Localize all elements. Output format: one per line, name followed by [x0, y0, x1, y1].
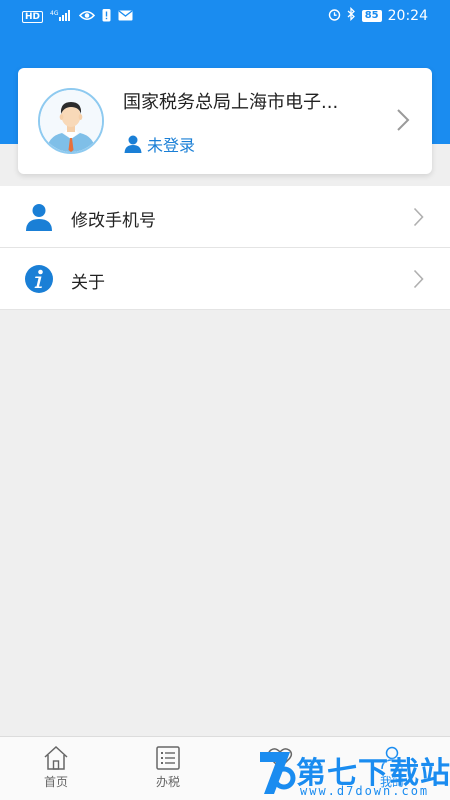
clock: 20:24 — [387, 8, 428, 24]
list-icon — [156, 746, 180, 770]
chevron-right-icon — [413, 207, 424, 227]
watermark: 第七下载站 www.d7down.com — [256, 748, 450, 800]
signal-icon: 4G — [50, 9, 72, 25]
bluetooth-icon — [347, 6, 356, 25]
user-icon — [26, 204, 52, 231]
nav-label: 办税 — [155, 775, 180, 789]
user-icon — [124, 135, 142, 153]
info-icon — [25, 265, 53, 293]
org-name: 国家税务总局上海市电子... — [123, 92, 339, 113]
menu-item-about[interactable]: 关于 — [0, 248, 450, 310]
profile-card[interactable]: 国家税务总局上海市电子... 未登录 — [18, 68, 432, 174]
avatar — [38, 88, 104, 154]
settings-menu: 修改手机号 关于 — [0, 186, 450, 310]
watermark-url: www.d7down.com — [300, 784, 430, 798]
menu-item-label: 修改手机号 — [71, 211, 156, 231]
hd-badge: HD — [22, 11, 44, 23]
nav-tax[interactable]: 办税 — [128, 745, 208, 790]
eye-icon — [78, 10, 96, 25]
nav-home[interactable]: 首页 — [16, 745, 96, 790]
battery-level: 85 — [361, 10, 382, 22]
home-icon — [44, 745, 68, 770]
alarm-icon — [328, 8, 341, 25]
menu-item-label: 关于 — [71, 273, 105, 293]
menu-item-change-phone[interactable]: 修改手机号 — [0, 186, 450, 248]
alert-icon — [102, 8, 111, 26]
watermark-logo-icon — [260, 752, 296, 794]
chevron-right-icon — [413, 269, 424, 289]
mail-icon — [118, 9, 133, 25]
network-type: 4G — [50, 10, 59, 17]
login-status[interactable]: 未登录 — [123, 132, 195, 156]
login-status-label: 未登录 — [147, 136, 196, 155]
status-bar: HD 4G 85 20:24 — [0, 0, 450, 32]
nav-label: 首页 — [43, 775, 68, 789]
chevron-right-icon — [397, 109, 410, 131]
avatar-person-icon — [40, 90, 102, 152]
